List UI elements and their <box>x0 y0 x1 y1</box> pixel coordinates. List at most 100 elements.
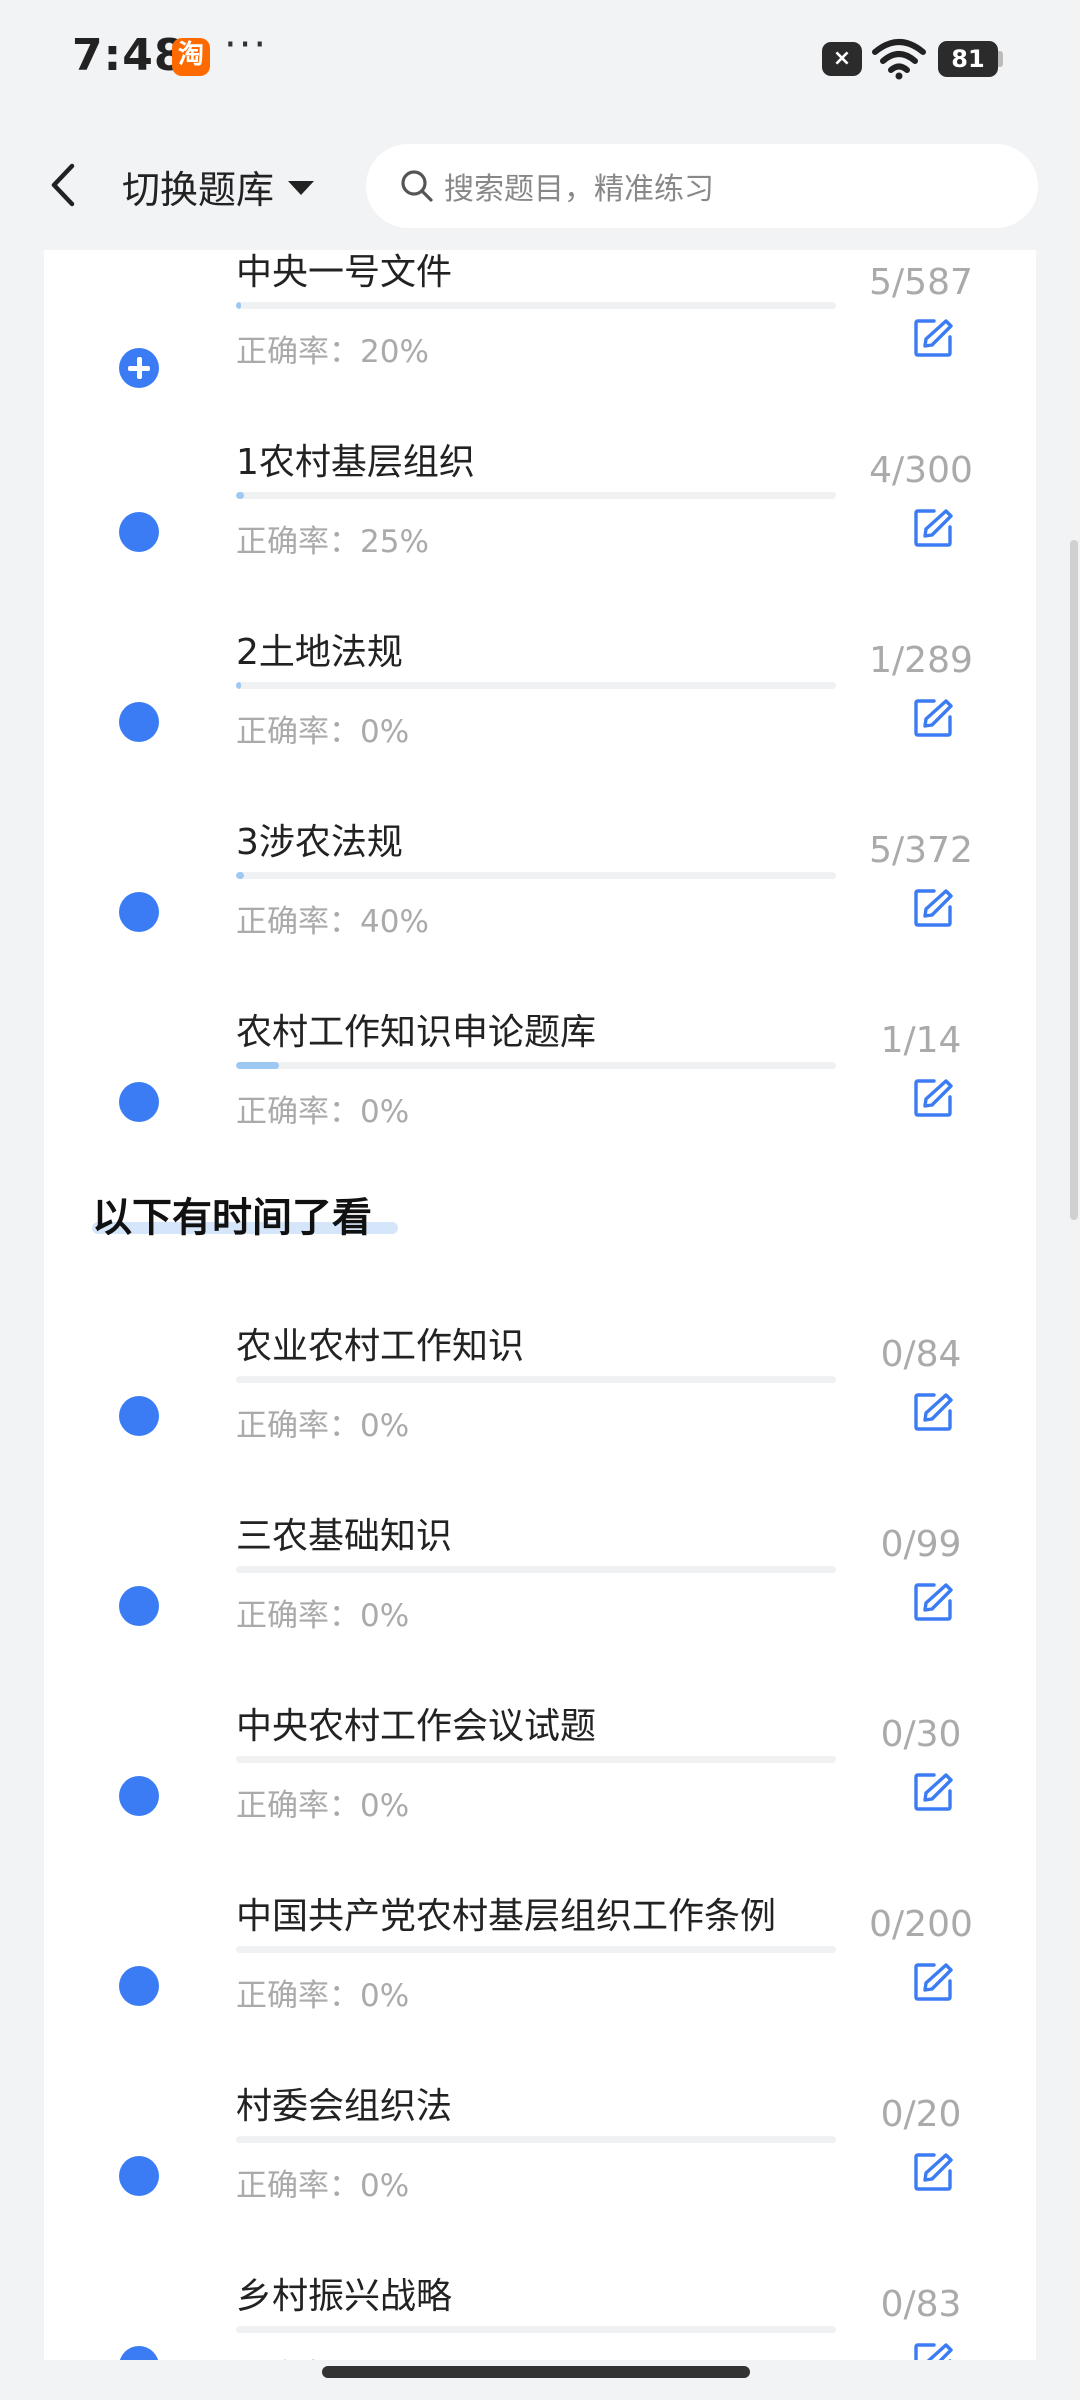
accuracy-text: 正确率：0% <box>236 1598 410 1634</box>
progress-fill <box>236 1062 279 1069</box>
answered-count: 5/372 <box>869 830 973 871</box>
answered-count: 0/30 <box>880 1714 962 1755</box>
item-title: 中国共产党农村基层组织工作条例 <box>236 1896 777 1937</box>
item-title: 农村工作知识申论题库 <box>236 1012 597 1053</box>
item-title: 村委会组织法 <box>236 2086 453 2127</box>
caret-down-icon <box>288 181 315 195</box>
expand-plus-icon[interactable] <box>119 348 159 388</box>
list-item[interactable]: 中国共产党农村基层组织工作条例 正确率：0% 0/200 <box>44 1882 1036 2072</box>
screen: 7:48 淘 ··· × 81 切换题库 搜索题目，精准练习 中央一号文件 正确… <box>0 0 1080 2400</box>
accuracy-text: 正确率：40% <box>236 904 429 940</box>
item-dot <box>119 2156 159 2196</box>
item-title: 中央农村工作会议试题 <box>236 1706 597 1747</box>
answered-count: 1/289 <box>869 640 973 681</box>
progress-bar <box>236 1566 836 1573</box>
top-bar: 切换题库 搜索题目，精准练习 <box>0 118 1080 250</box>
edit-icon[interactable] <box>912 1771 954 1813</box>
answered-count: 4/300 <box>869 450 973 491</box>
edit-icon[interactable] <box>912 507 954 549</box>
progress-bar <box>236 1062 836 1069</box>
list-item[interactable]: 三农基础知识 正确率：0% 0/99 <box>44 1502 1036 1692</box>
scrollbar[interactable] <box>1070 540 1078 1220</box>
progress-bar <box>236 492 836 499</box>
answered-count: 0/20 <box>880 2094 962 2135</box>
item-title: 三农基础知识 <box>236 1516 453 1557</box>
search-icon <box>401 170 433 202</box>
search-input[interactable]: 搜索题目，精准练习 <box>366 144 1038 228</box>
list-item[interactable]: 农业农村工作知识 正确率：0% 0/84 <box>44 1312 1036 1502</box>
edit-icon[interactable] <box>912 697 954 739</box>
list-item[interactable]: 2土地法规 正确率：0% 1/289 <box>44 618 1036 808</box>
battery-indicator: 81 <box>938 41 998 77</box>
item-dot <box>119 1396 159 1436</box>
item-dot <box>119 1966 159 2006</box>
answered-count: 5/587 <box>869 262 973 303</box>
status-time: 7:48 <box>72 30 186 81</box>
answered-count: 0/99 <box>880 1524 962 1565</box>
accuracy-text: 正确率：25% <box>236 524 429 560</box>
accuracy-text: 正确率：0% <box>236 1788 410 1824</box>
progress-fill <box>236 302 242 309</box>
edit-icon[interactable] <box>912 2151 954 2193</box>
item-dot <box>119 702 159 742</box>
progress-bar <box>236 1756 836 1763</box>
answered-count: 0/84 <box>880 1334 962 1375</box>
search-placeholder: 搜索题目，精准练习 <box>444 172 714 207</box>
list-item[interactable]: 中央农村工作会议试题 正确率：0% 0/30 <box>44 1692 1036 1882</box>
back-arrow-icon[interactable] <box>44 160 84 210</box>
list-item[interactable]: 3涉农法规 正确率：40% 5/372 <box>44 808 1036 998</box>
item-dot <box>119 2346 159 2360</box>
item-dot <box>119 1082 159 1122</box>
progress-bar <box>236 872 836 879</box>
list-item[interactable]: 村委会组织法 正确率：0% 0/20 <box>44 2072 1036 2262</box>
status-bar: 7:48 淘 ··· × 81 <box>0 0 1080 118</box>
progress-bar <box>236 302 836 309</box>
battery-tip <box>998 51 1003 67</box>
home-indicator[interactable] <box>322 2366 750 2378</box>
progress-bar <box>236 1376 836 1383</box>
switch-question-bank-label: 切换题库 <box>122 167 275 212</box>
progress-bar <box>236 682 836 689</box>
progress-bar <box>236 2326 836 2333</box>
edit-icon[interactable] <box>912 1961 954 2003</box>
item-title: 农业农村工作知识 <box>236 1326 525 1367</box>
edit-icon[interactable] <box>912 887 954 929</box>
accuracy-text: 正确率：20% <box>236 334 429 370</box>
taobao-app-icon: 淘 <box>172 38 210 76</box>
more-notifications-icon: ··· <box>224 22 269 68</box>
accuracy-text: 正确率：0% <box>236 1094 410 1130</box>
item-dot <box>119 892 159 932</box>
item-title: 3涉农法规 <box>236 822 403 863</box>
list-item[interactable]: 1农村基层组织 正确率：25% 4/300 <box>44 428 1036 618</box>
list-item[interactable]: 中央一号文件 正确率：20% 5/587 <box>44 250 1036 428</box>
item-title: 中央一号文件 <box>236 252 453 293</box>
item-title: 2土地法规 <box>236 632 403 673</box>
list-item[interactable]: 农村工作知识申论题库 正确率：0% 1/14 <box>44 998 1036 1188</box>
item-title: 1农村基层组织 <box>236 442 475 483</box>
item-title: 乡村振兴战略 <box>236 2276 453 2317</box>
answered-count: 1/14 <box>880 1020 962 1061</box>
progress-bar <box>236 2136 836 2143</box>
edit-icon[interactable] <box>912 1077 954 1119</box>
item-dot <box>119 1776 159 1816</box>
progress-fill <box>236 682 242 689</box>
answered-count: 0/83 <box>880 2284 962 2325</box>
edit-icon[interactable] <box>912 2341 954 2360</box>
accuracy-text: 正确率：0% <box>236 2350 409 2360</box>
accuracy-text: 正确率：0% <box>236 1408 410 1444</box>
progress-bar <box>236 1946 836 1953</box>
accuracy-text: 正确率：0% <box>236 714 410 750</box>
notification-icon: × <box>822 42 862 76</box>
section-heading: 以下有时间了看 <box>92 1195 372 1241</box>
answered-count: 0/200 <box>869 1904 973 1945</box>
switch-question-bank-button[interactable]: 切换题库 <box>122 156 315 216</box>
edit-icon[interactable] <box>912 1581 954 1623</box>
accuracy-text: 正确率：0% <box>236 1978 410 2014</box>
item-dot <box>119 512 159 552</box>
item-dot <box>119 1586 159 1626</box>
accuracy-text: 正确率：0% <box>236 2168 410 2204</box>
edit-icon[interactable] <box>912 317 954 359</box>
wifi-icon <box>872 39 926 80</box>
list-item[interactable]: 乡村振兴战略 正确率：0% 0/83 <box>44 2262 1036 2360</box>
edit-icon[interactable] <box>912 1391 954 1433</box>
